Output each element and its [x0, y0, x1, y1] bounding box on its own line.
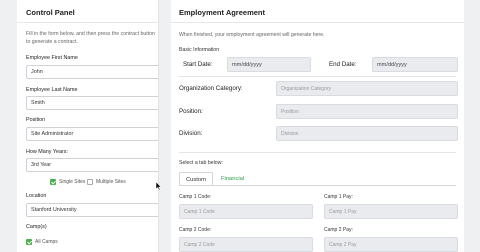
divider: [179, 76, 456, 77]
single-sites-checkbox[interactable]: Single Sites: [50, 179, 85, 185]
last-name-value: Smith: [31, 100, 45, 106]
start-date-label: Start Date:: [183, 61, 213, 68]
camp1-code-input[interactable]: Camp 1 Code: [179, 204, 313, 219]
control-panel: Control Panel Fill in the form below, an…: [17, 0, 159, 252]
location-value: Stanford University: [31, 207, 77, 213]
tab-custom[interactable]: Custom: [179, 172, 213, 186]
all-camps-checkbox[interactable]: All Camps: [26, 239, 58, 245]
divider: [171, 22, 464, 23]
divider: [179, 152, 456, 153]
camp1-code-label: Camp 1 Code:: [179, 194, 212, 200]
camps-label: Camp(s): [26, 224, 47, 230]
years-label: How Many Years:: [26, 149, 68, 155]
checkbox-empty-icon: [87, 179, 93, 185]
end-date-input[interactable]: mm/dd/yyyy: [372, 57, 458, 72]
camp1-pay-input[interactable]: Camp 1 Pay: [324, 204, 458, 219]
checkbox-checked-icon: [26, 239, 32, 245]
tab-financial[interactable]: Financial: [215, 172, 250, 186]
all-camps-label: All Camps: [35, 239, 58, 245]
first-name-field[interactable]: John ↗: [26, 65, 158, 79]
camp2-pay-label: Camp 2 Pay:: [324, 227, 353, 233]
division-input[interactable]: Division: [276, 126, 458, 141]
location-label: Location: [26, 193, 47, 199]
app: Control Panel Fill in the form below, an…: [0, 0, 480, 252]
agreement-help-text: When finished, your employment agreement…: [179, 32, 325, 38]
position-input[interactable]: Position: [276, 104, 458, 119]
position-value: Site Administrator: [31, 131, 74, 137]
first-name-value: John: [31, 69, 43, 75]
select-tab-text: Select a tab below:: [179, 160, 223, 166]
division-label: Division:: [179, 130, 203, 137]
tab-underline: [179, 185, 456, 186]
camp2-code-input[interactable]: Camp 2 Code: [179, 237, 313, 252]
divider: [17, 22, 158, 23]
end-date-label: End Date:: [329, 61, 357, 68]
camp2-pay-input[interactable]: Camp 2 Pay: [324, 237, 458, 252]
position-select[interactable]: Site Administrator ▴▾: [26, 127, 158, 141]
years-select[interactable]: 3rd Year ▴▾: [26, 158, 158, 172]
camp1-pay-label: Camp 1 Pay:: [324, 194, 353, 200]
checkbox-checked-icon: [50, 179, 56, 185]
multiple-sites-label: Multiple Sites: [96, 179, 126, 185]
control-panel-title: Control Panel: [26, 8, 75, 17]
position-label: Position: [26, 117, 46, 123]
last-name-field[interactable]: Smith ↗: [26, 96, 158, 110]
position-label: Position:: [179, 108, 203, 115]
control-help-text: Fill in the form below, and then press t…: [26, 31, 155, 45]
start-date-input[interactable]: mm/dd/yyyy: [227, 57, 311, 72]
org-category-input[interactable]: Organization Category: [276, 81, 458, 96]
basic-info-heading: Basic Information: [179, 47, 220, 53]
agreement-title: Employment Agreement: [179, 8, 265, 17]
first-name-label: Employee First Name: [26, 55, 78, 61]
last-name-label: Employee Last Name: [26, 87, 78, 93]
camp2-code-label: Camp 2 Code:: [179, 227, 212, 233]
multiple-sites-checkbox[interactable]: Multiple Sites: [87, 179, 126, 185]
single-sites-label: Single Sites: [59, 179, 86, 185]
agreement-panel: Employment Agreement When finished, your…: [171, 0, 464, 252]
years-value: 3rd Year: [31, 162, 52, 168]
location-select[interactable]: Stanford University ▴▾: [26, 203, 158, 217]
org-category-label: Organization Category:: [179, 85, 243, 92]
